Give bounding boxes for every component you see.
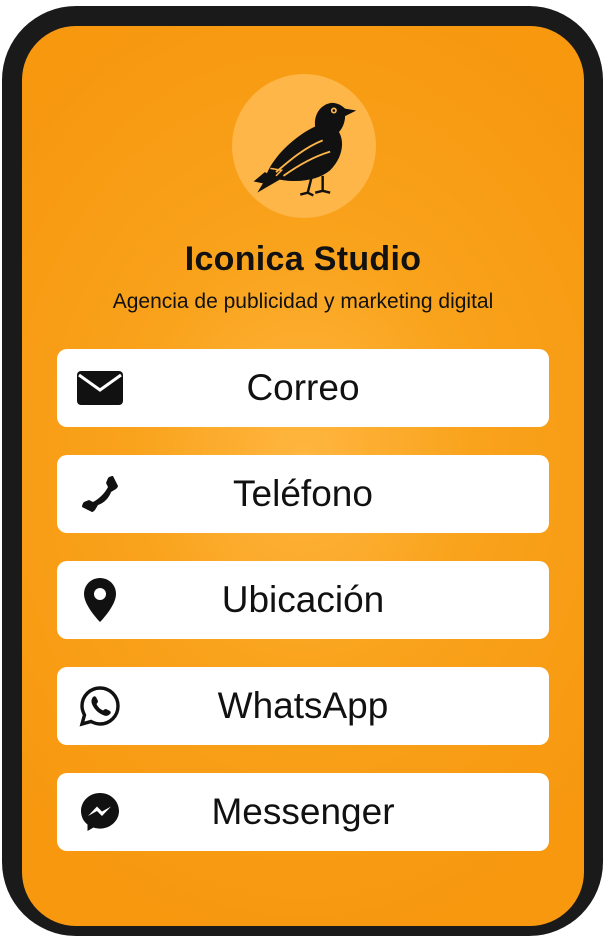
page-subtitle: Agencia de publicidad y marketing digita… [112,290,494,313]
email-button[interactable]: Correo [57,349,549,427]
phone-button[interactable]: Teléfono [57,455,549,533]
location-button[interactable]: Ubicación [57,561,549,639]
page-title: Iconica Studio [184,240,422,278]
messenger-button[interactable]: Messenger [57,773,549,851]
whatsapp-button[interactable]: WhatsApp [57,667,549,745]
crow-icon [253,102,357,197]
link-page-screen: Iconica Studio Agencia de publicidad y m… [22,26,584,926]
whatsapp-button-label: WhatsApp [217,685,389,726]
avatar [232,74,376,218]
location-button-label: Ubicación [221,579,385,620]
phone-mockup: Iconica Studio Agencia de publicidad y m… [0,0,605,936]
phone-button-label: Teléfono [233,473,373,514]
email-button-label: Correo [246,367,360,408]
action-list: Correo Teléfono Ubicación WhatsApp Messe… [57,349,549,879]
messenger-button-label: Messenger [211,791,395,832]
